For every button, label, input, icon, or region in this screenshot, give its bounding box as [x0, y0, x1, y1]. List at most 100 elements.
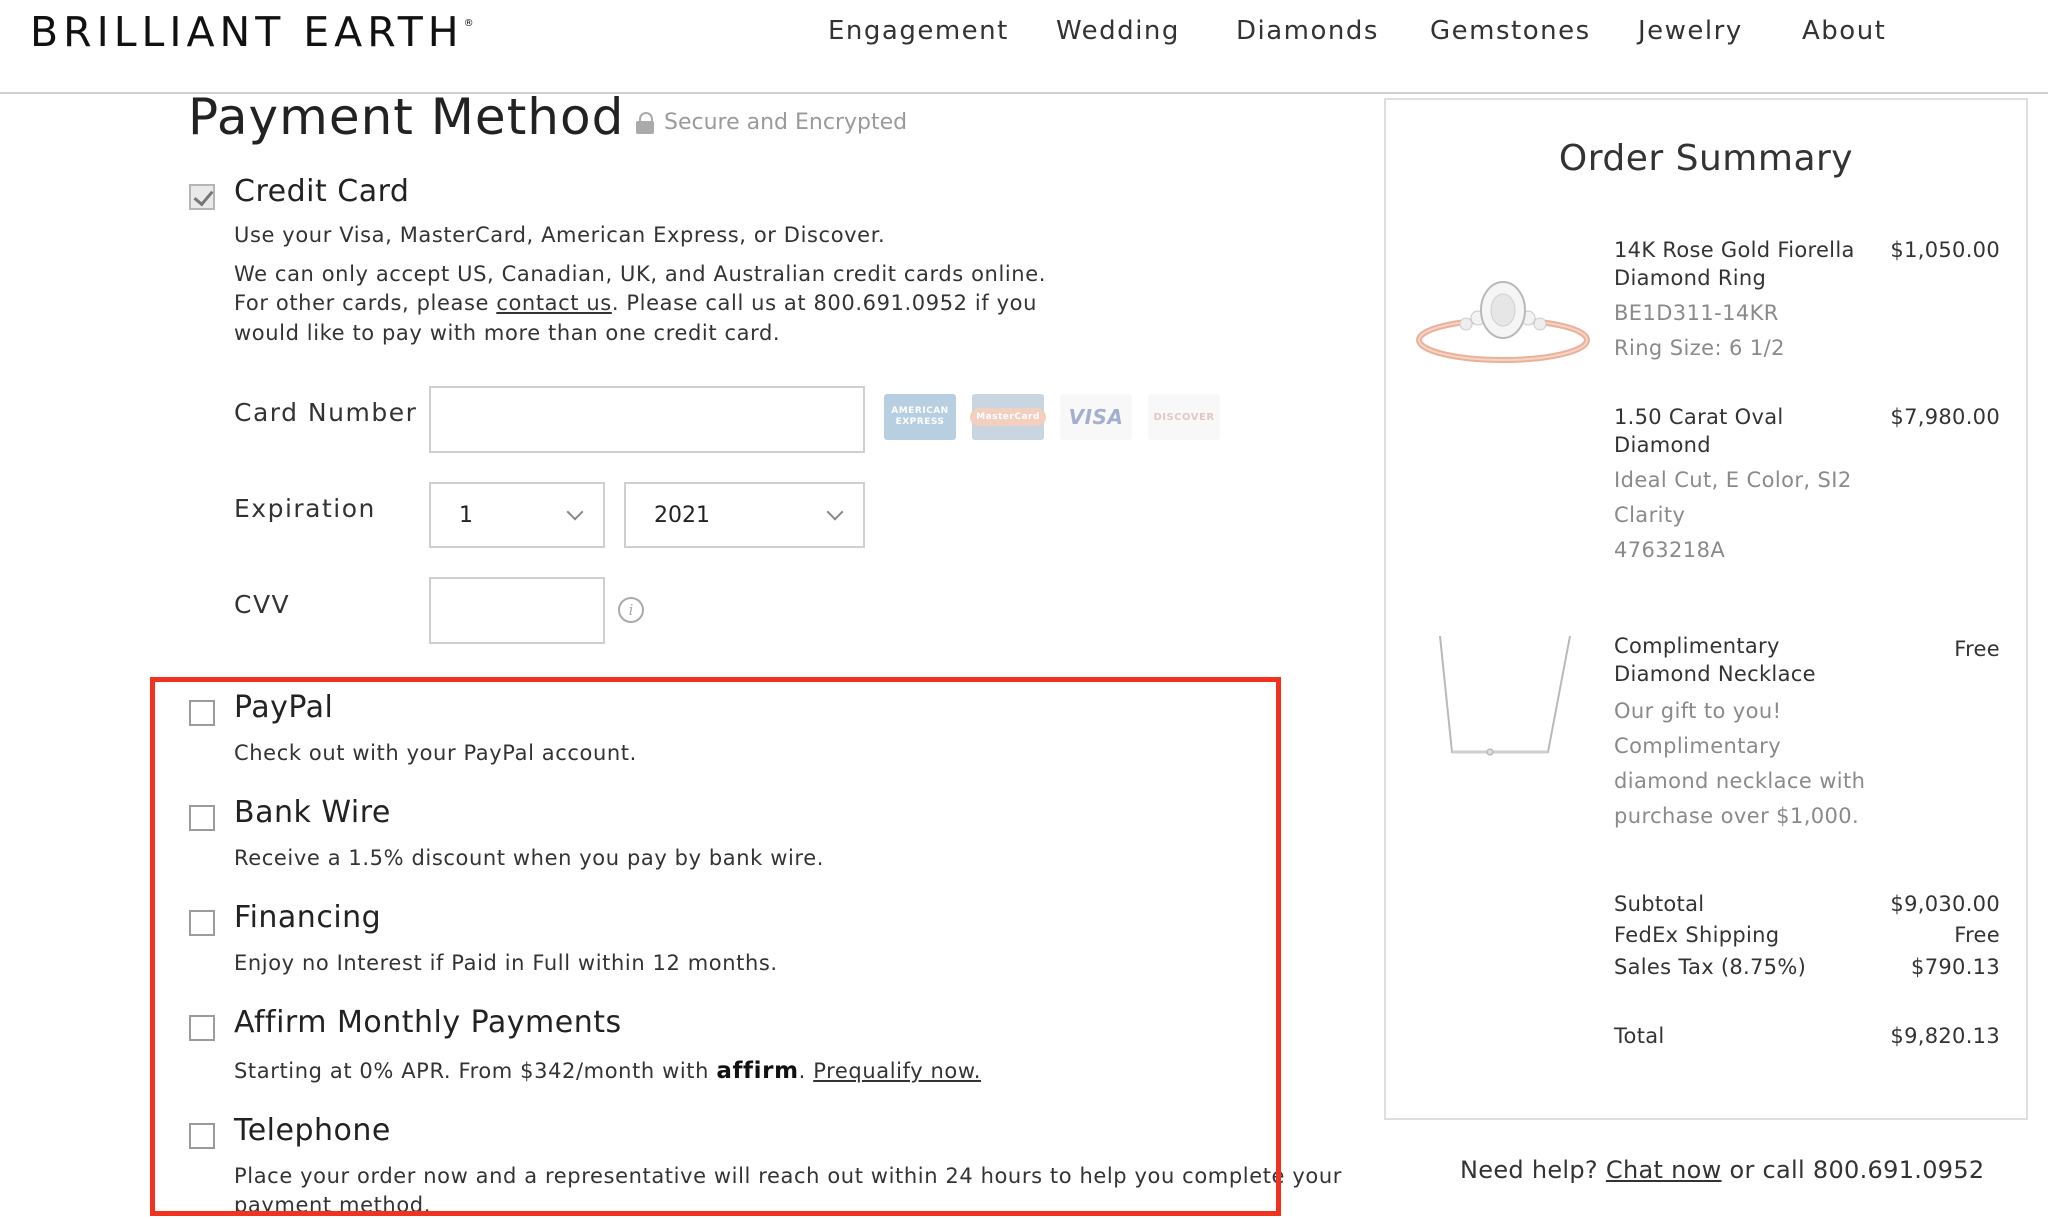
ring-image [1416, 281, 1590, 363]
necklace-image [1439, 636, 1571, 756]
nav-engagement[interactable]: Engagement [828, 16, 1009, 46]
item-1-name-line2: Diamond Ring [1614, 266, 1767, 290]
affirm-desc-sep: . [798, 1059, 814, 1083]
mastercard-card-icon: MasterCard [970, 394, 1046, 440]
item-2-price: $7,980.00 [1890, 405, 2000, 429]
nav-about[interactable]: About [1802, 16, 1886, 46]
bank-wire-checkbox[interactable] [189, 805, 215, 831]
telephone-desc-line1: Place your order now and a representativ… [234, 1164, 1342, 1188]
expiration-month-value: 1 [459, 502, 473, 528]
nav-gemstones[interactable]: Gemstones [1430, 16, 1591, 46]
item-3-name-line2: Diamond Necklace [1614, 662, 1816, 686]
item-3-desc-line1: Complimentary [1614, 734, 1782, 758]
item-3-price: Free [1954, 637, 2000, 661]
sales-tax-label: Sales Tax (8.75%) [1614, 955, 1807, 979]
shipping-label: FedEx Shipping [1614, 923, 1780, 947]
nav-diamonds[interactable]: Diamonds [1236, 16, 1379, 46]
chevron-down-icon [826, 503, 844, 521]
card-number-label: Card Number [234, 398, 418, 427]
registered-mark: ® [463, 18, 474, 29]
affirm-desc-text: Starting at 0% APR. From $342/month with [234, 1059, 717, 1083]
item-3-name: Complimentary Diamond Necklace [1614, 632, 1816, 688]
checkmark-icon [193, 185, 214, 207]
prequalify-link[interactable]: Prequalify now. [813, 1059, 981, 1083]
credit-card-note-line2: For other cards, please contact us. Plea… [234, 288, 1037, 318]
telephone-desc-line2: payment method. [234, 1193, 431, 1214]
affirm-checkbox[interactable] [189, 1015, 215, 1041]
affirm-logo: affirm [716, 1058, 799, 1084]
brilliant-earth-logo[interactable]: BRILLIANT EARTH® [30, 8, 474, 56]
secure-notice: Secure and Encrypted [636, 110, 907, 135]
affirm-desc: Starting at 0% APR. From $342/month with… [234, 1056, 981, 1086]
item-2-cut-color: Ideal Cut, E Color, SI2 [1614, 468, 1852, 492]
sales-tax-value: $790.13 [1911, 955, 2000, 979]
item-1-sku: BE1D311-14KR [1614, 301, 1779, 325]
item-2-sku: 4763218A [1614, 538, 1726, 562]
item-2-name: 1.50 Carat Oval Diamond [1614, 403, 1784, 459]
financing-desc: Enjoy no Interest if Paid in Full within… [234, 951, 778, 975]
item-1-ring-size: Ring Size: 6 1/2 [1614, 336, 1785, 360]
credit-card-checkbox[interactable] [189, 184, 215, 210]
nav-jewelry[interactable]: Jewelry [1638, 16, 1743, 46]
chat-now-link[interactable]: Chat now [1606, 1156, 1722, 1184]
site-header: BRILLIANT EARTH® Engagement Wedding Diam… [0, 0, 2048, 94]
note-text-cont: . Please call us at 800.691.0952 if you [611, 291, 1037, 315]
item-1-price: $1,050.00 [1890, 238, 2000, 262]
subtotal-label: Subtotal [1614, 892, 1705, 916]
telephone-title: Telephone [234, 1113, 391, 1148]
item-3-desc-line3: purchase over $1,000. [1614, 804, 1860, 828]
credit-card-desc: Use your Visa, MasterCard, American Expr… [234, 223, 886, 247]
cvv-label: CVV [234, 590, 291, 619]
expiration-year-value: 2021 [654, 502, 710, 528]
bank-wire-desc: Receive a 1.5% discount when you pay by … [234, 846, 824, 870]
item-3-desc-line2: diamond necklace with [1614, 769, 1866, 793]
item-1-name: 14K Rose Gold Fiorella Diamond Ring [1614, 236, 1855, 292]
paypal-desc: Check out with your PayPal account. [234, 741, 637, 765]
item-2-name-line1: 1.50 Carat Oval [1614, 405, 1784, 429]
amex-label: AMERICAN EXPRESS [891, 406, 949, 427]
discover-label: DISCOVER [1153, 411, 1215, 423]
subtotal-value: $9,030.00 [1890, 892, 2000, 916]
expiration-year-select[interactable]: 2021 [624, 482, 865, 548]
credit-card-note-line3: would like to pay with more than one cre… [234, 321, 781, 345]
item-2-name-line2: Diamond [1614, 433, 1711, 457]
bank-wire-title: Bank Wire [234, 795, 391, 830]
credit-card-note-line1: We can only accept US, Canadian, UK, and… [234, 262, 1047, 286]
visa-card-icon: VISA [1060, 394, 1132, 440]
credit-card-title: Credit Card [234, 174, 410, 209]
financing-title: Financing [234, 900, 382, 935]
amex-card-icon: AMERICAN EXPRESS [884, 394, 956, 440]
nav-wedding[interactable]: Wedding [1056, 16, 1180, 46]
help-phone-text: or call 800.691.0952 [1721, 1156, 1985, 1184]
financing-checkbox[interactable] [189, 910, 215, 936]
info-icon[interactable]: i [618, 597, 644, 623]
secure-text: Secure and Encrypted [664, 110, 908, 135]
help-line: Need help? Chat now or call 800.691.0952 [1460, 1156, 1984, 1184]
paypal-title: PayPal [234, 690, 334, 725]
visa-label: VISA [1068, 405, 1124, 429]
total-value: $9,820.13 [1890, 1024, 2000, 1048]
paypal-checkbox[interactable] [189, 700, 215, 726]
discover-card-icon: DISCOVER [1148, 394, 1220, 440]
expiration-month-select[interactable]: 1 [429, 482, 605, 548]
item-3-gift-note: Our gift to you! [1614, 699, 1782, 723]
help-text: Need help? [1460, 1156, 1606, 1184]
cvv-input[interactable] [429, 577, 605, 644]
logo-text: BRILLIANT EARTH [30, 8, 464, 56]
shipping-value: Free [1954, 923, 2000, 947]
item-2-clarity: Clarity [1614, 503, 1686, 527]
note-text: For other cards, please [234, 291, 497, 315]
contact-us-link[interactable]: contact us [496, 291, 612, 315]
telephone-checkbox[interactable] [189, 1123, 215, 1149]
mastercard-label: MasterCard [970, 408, 1046, 426]
item-3-name-line1: Complimentary [1614, 634, 1780, 658]
order-summary-title: Order Summary [1558, 138, 1854, 179]
chevron-down-icon [566, 503, 584, 521]
lock-icon [636, 111, 654, 134]
expiration-label: Expiration [234, 494, 376, 523]
total-label: Total [1614, 1024, 1665, 1048]
affirm-title: Affirm Monthly Payments [234, 1005, 622, 1040]
card-number-input[interactable] [429, 386, 865, 453]
item-1-name-line1: 14K Rose Gold Fiorella [1614, 238, 1855, 262]
page-title: Payment Method [188, 88, 625, 146]
